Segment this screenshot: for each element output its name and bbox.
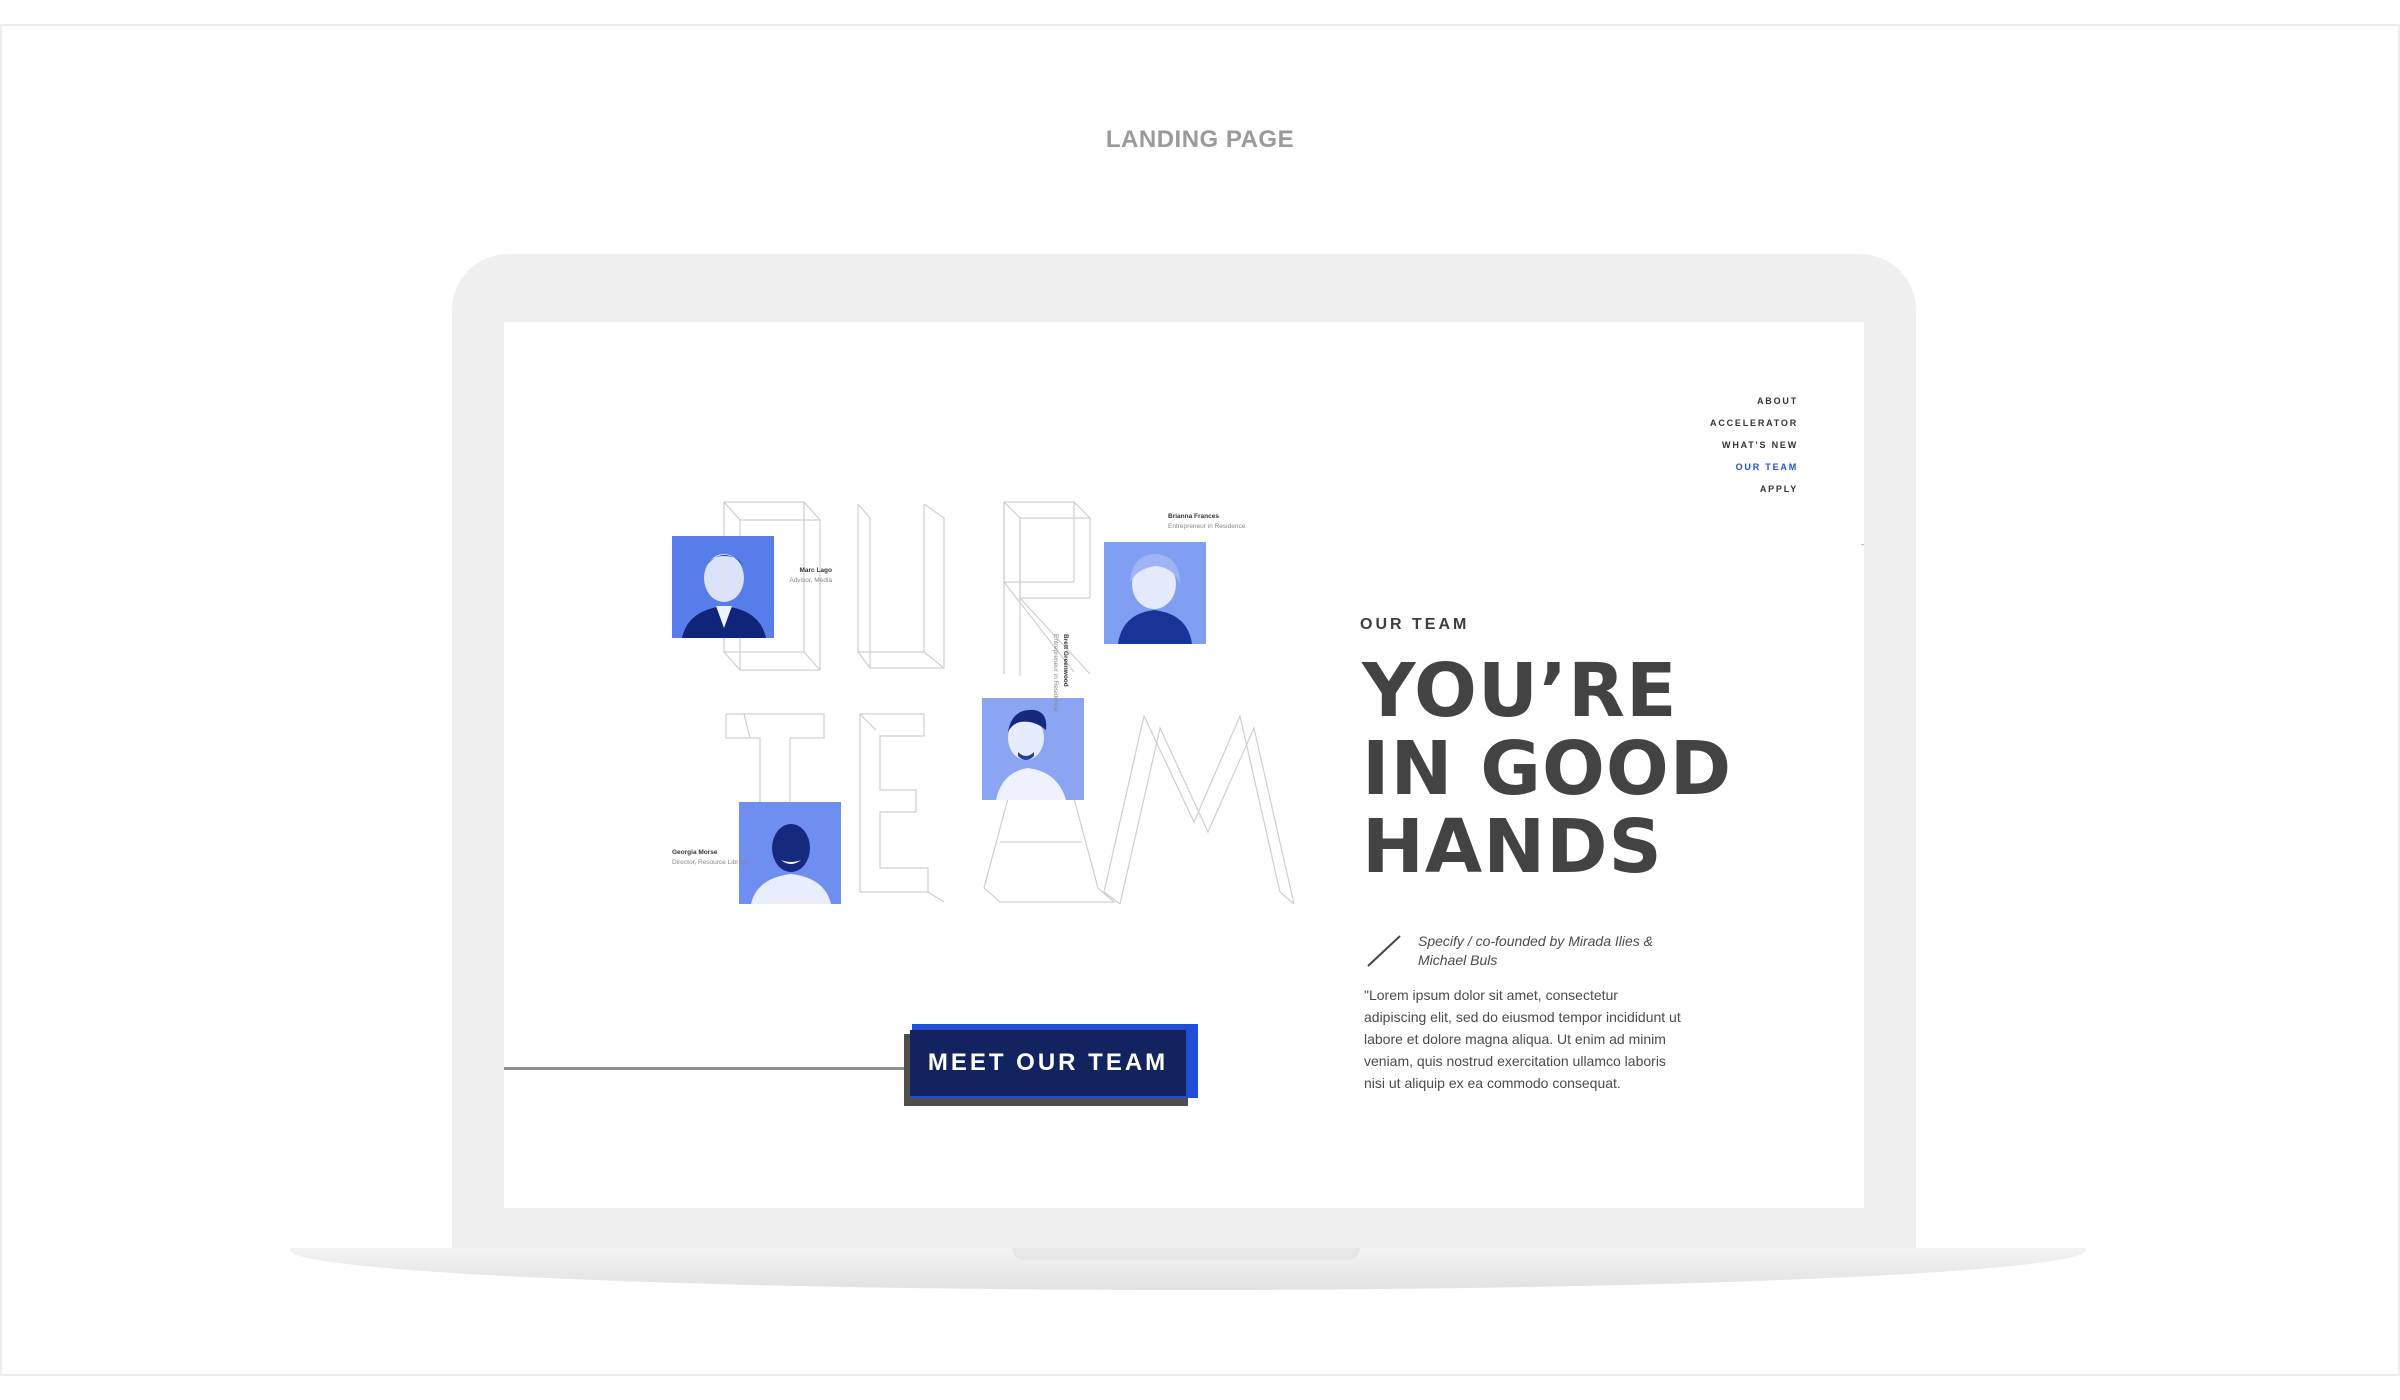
headline-line-1: YOU’RE (1362, 648, 1678, 734)
member-caption-brett-greenwood: Brett Greenwood Entrepreneur in Residenc… (1050, 634, 1070, 711)
team-photo-brianna-frances[interactable] (1104, 542, 1206, 644)
member-role: Entrepreneur in Residence (1052, 634, 1059, 712)
credit-text: Specify / co-founded by Mirada Ilies & M… (1418, 933, 1654, 968)
member-name: Georgia Morse (672, 849, 718, 856)
hero-headline: YOU’RE IN GOOD HANDS (1362, 652, 1802, 886)
member-name: Marc Lago (799, 567, 832, 574)
member-role: Entrepreneur in Residence (1168, 523, 1246, 530)
team-photo-marc-lago[interactable] (672, 536, 774, 638)
headline-line-2: IN GOOD (1362, 726, 1733, 812)
member-role: Director, Resource Library (672, 859, 748, 866)
member-caption-georgia-morse: Georgia Morse Director, Resource Library (672, 848, 748, 868)
nav-item-apply[interactable]: APPLY (1710, 478, 1798, 500)
team-photo-georgia-morse[interactable] (739, 802, 841, 904)
laptop-screen: Marc Lago Advisor, Media Brianna Frances… (504, 322, 1864, 1208)
nav-item-accelerator[interactable]: ACCELERATOR (1710, 412, 1798, 434)
nav-item-about[interactable]: ABOUT (1710, 390, 1798, 412)
section-eyebrow: OUR TEAM (1360, 616, 1470, 633)
main-nav: ABOUT ACCELERATOR WHAT'S NEW OUR TEAM AP… (1710, 390, 1798, 500)
member-name: Brett Greenwood (1062, 634, 1069, 687)
laptop-notch (1012, 1248, 1360, 1260)
slash-divider-icon (1367, 935, 1401, 967)
cta-leading-line (504, 1067, 904, 1070)
member-caption-brianna-frances: Brianna Frances Entrepreneur in Residenc… (1168, 512, 1245, 532)
meet-our-team-button[interactable]: MEET OUR TEAM (910, 1030, 1186, 1096)
nav-divider (1861, 544, 1864, 545)
portrait-woman-icon (1104, 542, 1206, 644)
member-caption-marc-lago: Marc Lago Advisor, Media (780, 566, 832, 586)
portrait-man-suit-icon (672, 536, 774, 638)
body-copy: "Lorem ipsum dolor sit amet, consectetur… (1364, 987, 1681, 1091)
nav-item-whats-new[interactable]: WHAT'S NEW (1710, 434, 1798, 456)
member-name: Brianna Frances (1168, 513, 1219, 520)
member-role: Advisor, Media (789, 577, 832, 584)
nav-item-our-team[interactable]: OUR TEAM (1710, 456, 1798, 478)
portrait-man-profile-icon (982, 698, 1084, 800)
portrait-man-smiling-icon (739, 802, 841, 904)
headline-line-3: HANDS (1362, 804, 1663, 890)
team-photo-brett-greenwood[interactable] (982, 698, 1084, 800)
presentation-title: LANDING PAGE (1105, 126, 1295, 153)
